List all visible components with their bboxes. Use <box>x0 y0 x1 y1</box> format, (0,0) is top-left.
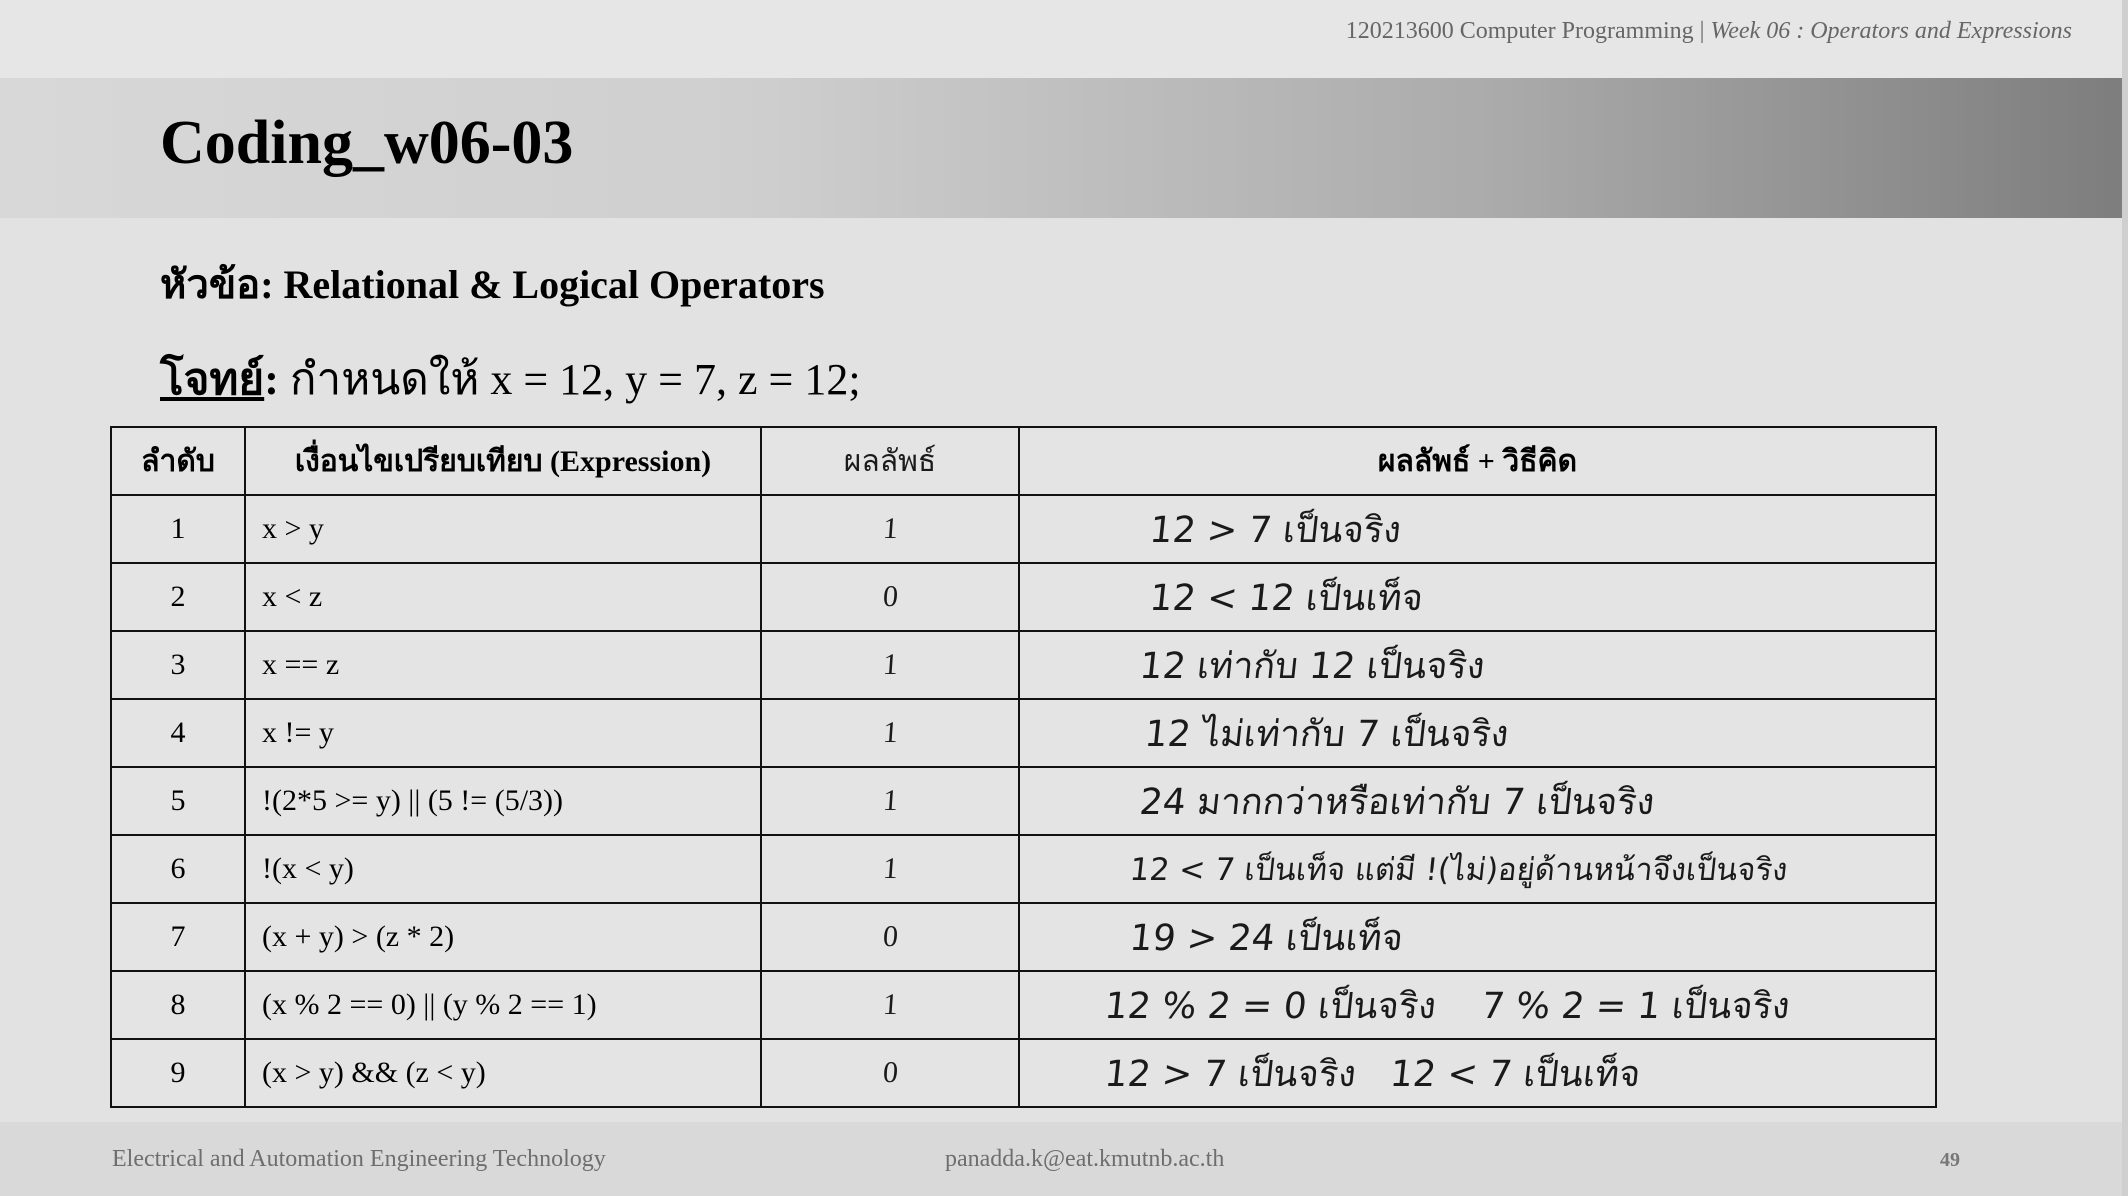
row-explanation: 12 % 2 = 0 เป็นจริง 7 % 2 = 1 เป็นจริง <box>1018 970 1937 1040</box>
row-number: 7 <box>110 902 246 972</box>
problem-line: โจทย์: กำหนดให้ x = 12, y = 7, z = 12; <box>160 344 861 414</box>
result-value: 1 <box>881 716 899 749</box>
table-header-row: ลำดับ เงื่อนไขเปรียบเทียบ (Expression) ผ… <box>110 426 1937 496</box>
result-value: 0 <box>881 920 899 953</box>
explanation-text: 12 ไม่เท่ากับ 7 เป็นจริง <box>1142 713 1511 755</box>
topic-text: Relational & Logical Operators <box>283 262 825 307</box>
result-value: 1 <box>881 988 899 1021</box>
row-expression: (x % 2 == 0) || (y % 2 == 1) <box>244 970 762 1040</box>
row-result: 1 <box>760 698 1020 768</box>
explanation-text: 12 เท่ากับ 12 เป็นจริง <box>1137 645 1487 687</box>
row-number: 6 <box>110 834 246 904</box>
table-row: 5 !(2*5 >= y) || (5 != (5/3)) 1 24 มากกว… <box>110 766 1937 836</box>
result-value: 0 <box>881 580 899 613</box>
row-expression: x < z <box>244 562 762 632</box>
row-explanation: 12 ไม่เท่ากับ 7 เป็นจริง <box>1018 698 1937 768</box>
explanation-text: 24 มากกว่าหรือเท่ากับ 7 เป็นจริง <box>1137 781 1657 823</box>
row-explanation: 12 < 12 เป็นเท็จ <box>1018 562 1937 632</box>
row-expression: x > y <box>244 494 762 564</box>
row-explanation: 19 > 24 เป็นเท็จ <box>1018 902 1937 972</box>
row-number: 2 <box>110 562 246 632</box>
topic-line: หัวข้อ: Relational & Logical Operators <box>160 252 825 316</box>
table-row: 6 !(x < y) 1 12 < 7 เป็นเท็จ แต่มี !(ไม่… <box>110 834 1937 904</box>
row-result: 1 <box>760 766 1020 836</box>
explanation-text: 12 < 12 เป็นเท็จ <box>1147 577 1426 619</box>
result-value: 1 <box>881 648 899 681</box>
row-result: 0 <box>760 902 1020 972</box>
header-expression: เงื่อนไขเปรียบเทียบ (Expression) <box>244 426 762 496</box>
row-result: 1 <box>760 494 1020 564</box>
header-result: ผลลัพธ์ <box>760 426 1020 496</box>
problem-label: โจทย์ <box>160 355 265 404</box>
page-number: 49 <box>1940 1149 1960 1171</box>
header-separator: | <box>1699 18 1705 44</box>
row-result: 1 <box>760 834 1020 904</box>
row-result: 0 <box>760 1038 1020 1108</box>
header-explanation: ผลลัพธ์ + วิธีคิด <box>1018 426 1937 496</box>
row-number: 3 <box>110 630 246 700</box>
row-explanation: 12 > 7 เป็นจริง <box>1018 494 1937 564</box>
week-title: Week 06 : Operators and Expressions <box>1710 18 2072 44</box>
result-value: 1 <box>881 784 899 817</box>
slide-title: Coding_w06-03 <box>160 109 574 177</box>
explanation-text: 19 > 24 เป็นเท็จ <box>1127 917 1406 959</box>
table-row: 9 (x > y) && (z < y) 0 12 > 7 เป็นจริง 1… <box>110 1038 1937 1108</box>
row-number: 5 <box>110 766 246 836</box>
row-number: 1 <box>110 494 246 564</box>
operators-table: ลำดับ เงื่อนไขเปรียบเทียบ (Expression) ผ… <box>110 426 1937 1108</box>
table-body: 1 x > y 1 12 > 7 เป็นจริง 2 x < z 0 12 <… <box>110 494 1937 1108</box>
topic-label: หัวข้อ: <box>160 262 274 307</box>
row-explanation: 12 > 7 เป็นจริง 12 < 7 เป็นเท็จ <box>1018 1038 1937 1108</box>
row-expression: (x > y) && (z < y) <box>244 1038 762 1108</box>
table-row: 4 x != y 1 12 ไม่เท่ากับ 7 เป็นจริง <box>110 698 1937 768</box>
explanation-text: 12 > 7 เป็นจริง <box>1147 509 1404 551</box>
footer-email: panadda.k@eat.kmutnb.ac.th <box>945 1146 1225 1172</box>
row-explanation: 24 มากกว่าหรือเท่ากับ 7 เป็นจริง <box>1018 766 1937 836</box>
footer-department: Electrical and Automation Engineering Te… <box>112 1146 606 1172</box>
row-number: 8 <box>110 970 246 1040</box>
table-row: 3 x == z 1 12 เท่ากับ 12 เป็นจริง <box>110 630 1937 700</box>
row-expression: !(x < y) <box>244 834 762 904</box>
row-result: 1 <box>760 630 1020 700</box>
row-result: 1 <box>760 970 1020 1040</box>
problem-colon: : <box>264 355 279 404</box>
explanation-text: 12 % 2 = 0 เป็นจริง 7 % 2 = 1 เป็นจริง <box>1102 985 1792 1027</box>
slide-edge <box>2122 0 2128 1196</box>
row-result: 0 <box>760 562 1020 632</box>
table-row: 8 (x % 2 == 0) || (y % 2 == 1) 1 12 % 2 … <box>110 970 1937 1040</box>
row-number: 4 <box>110 698 246 768</box>
row-expression: (x + y) > (z * 2) <box>244 902 762 972</box>
explanation-text: 12 < 7 เป็นเท็จ แต่มี !(ไม่)อยู่ด้านหน้า… <box>1128 852 1790 888</box>
result-value: 1 <box>881 512 899 545</box>
row-explanation: 12 เท่ากับ 12 เป็นจริง <box>1018 630 1937 700</box>
table-row: 2 x < z 0 12 < 12 เป็นเท็จ <box>110 562 1937 632</box>
table-row: 1 x > y 1 12 > 7 เป็นจริง <box>110 494 1937 564</box>
course-name: 120213600 Computer Programming <box>1345 18 1694 44</box>
explanation-text: 12 > 7 เป็นจริง 12 < 7 เป็นเท็จ <box>1102 1053 1643 1095</box>
table-row: 7 (x + y) > (z * 2) 0 19 > 24 เป็นเท็จ <box>110 902 1937 972</box>
result-value: 0 <box>881 1056 899 1089</box>
row-explanation: 12 < 7 เป็นเท็จ แต่มี !(ไม่)อยู่ด้านหน้า… <box>1018 834 1937 904</box>
row-expression: x == z <box>244 630 762 700</box>
header-no: ลำดับ <box>110 426 246 496</box>
problem-text: กำหนดให้ x = 12, y = 7, z = 12; <box>289 355 861 404</box>
row-number: 9 <box>110 1038 246 1108</box>
course-header: 120213600 Computer Programming | Week 06 :… <box>1346 18 2072 45</box>
row-expression: x != y <box>244 698 762 768</box>
result-value: 1 <box>881 852 899 885</box>
row-expression: !(2*5 >= y) || (5 != (5/3)) <box>244 766 762 836</box>
